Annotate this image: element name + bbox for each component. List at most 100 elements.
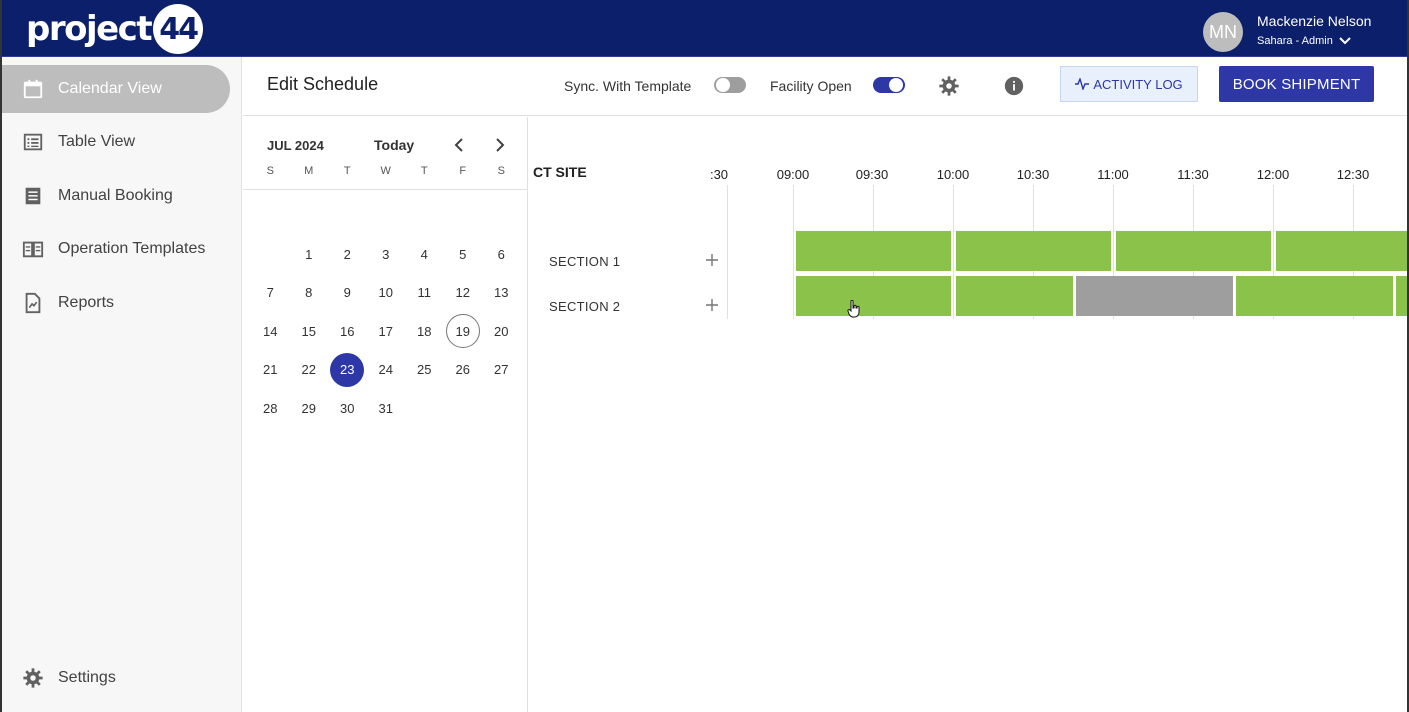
calendar-day[interactable]: 10 xyxy=(367,274,406,313)
calendar-day[interactable]: 6 xyxy=(482,235,521,274)
user-role-menu[interactable]: Sahara - Admin xyxy=(1257,35,1351,47)
calendar-day[interactable]: 7 xyxy=(251,274,290,313)
calendar-day-number: 8 xyxy=(305,285,313,301)
time-grid-line xyxy=(953,185,954,319)
facility-open-toggle[interactable] xyxy=(873,77,905,93)
calendar-day[interactable]: 16 xyxy=(328,312,367,351)
activity-log-button[interactable]: ACTIVITY LOG xyxy=(1060,66,1198,102)
sync-template-label: Sync. With Template xyxy=(564,78,692,94)
calendar-day-number: 15 xyxy=(301,323,316,339)
calendar-day-number: 30 xyxy=(340,400,355,416)
calendar-day[interactable]: 19 xyxy=(444,312,483,351)
add-icon[interactable] xyxy=(705,298,719,312)
calendar-day[interactable]: 13 xyxy=(482,274,521,313)
open-slot[interactable] xyxy=(1396,276,1407,316)
activity-log-label: ACTIVITY LOG xyxy=(1093,76,1183,92)
book-icon xyxy=(22,238,44,260)
calendar-day[interactable]: 28 xyxy=(251,389,290,428)
gear-icon[interactable] xyxy=(937,74,961,98)
calendar-day[interactable]: 27 xyxy=(482,351,521,390)
schedule-header: Edit Schedule Sync. With Template Facili… xyxy=(243,57,1407,116)
calendar-day[interactable]: 3 xyxy=(367,235,406,274)
sidebar-item-label: Reports xyxy=(58,294,115,311)
sidebar-item-operation-templates[interactable]: Operation Templates xyxy=(2,225,230,273)
weekday-label: S xyxy=(266,165,274,177)
toggle-knob xyxy=(716,78,730,92)
open-slot[interactable] xyxy=(956,231,1111,271)
project44-logo[interactable]: project 44 xyxy=(26,4,204,54)
calendar-day[interactable]: 22 xyxy=(290,351,329,390)
top-bar: project 44 MN Mackenzie Nelson Sahara - … xyxy=(2,0,1407,57)
open-slot[interactable] xyxy=(1116,231,1271,271)
calendar-day[interactable]: 4 xyxy=(405,235,444,274)
calendar-day[interactable]: 31 xyxy=(367,389,406,428)
sidebar-item-manual-booking[interactable]: Manual Booking xyxy=(2,172,230,220)
calendar-day[interactable]: 24 xyxy=(367,351,406,390)
weekday-label: F xyxy=(459,165,467,177)
list-icon xyxy=(22,131,44,153)
avatar[interactable]: MN xyxy=(1203,12,1243,52)
sync-template-toggle[interactable] xyxy=(714,77,746,93)
user-name: Mackenzie Nelson xyxy=(1257,13,1372,29)
calendar-day[interactable]: 11 xyxy=(405,274,444,313)
calendar-day[interactable]: 2 xyxy=(328,235,367,274)
add-icon[interactable] xyxy=(705,253,719,267)
time-label: 09:30 xyxy=(855,167,889,182)
today-button[interactable]: Today xyxy=(374,137,414,153)
calendar-month-label: JUL 2024 xyxy=(267,138,324,153)
chevron-left-icon[interactable] xyxy=(449,135,469,155)
sidebar-item-settings[interactable]: Settings xyxy=(2,654,230,702)
calendar-blank-cell xyxy=(251,235,290,274)
calendar-day-number: 7 xyxy=(266,285,274,301)
calendar-day-number: 1 xyxy=(305,246,313,262)
open-slot[interactable] xyxy=(1276,231,1407,271)
calendar-day-number: 18 xyxy=(417,323,432,339)
calendar-day[interactable]: 17 xyxy=(367,312,406,351)
blocked-slot[interactable] xyxy=(1076,276,1233,316)
toggle-knob xyxy=(889,78,903,92)
calendar-day-number: 23 xyxy=(330,352,365,387)
time-label: 10:00 xyxy=(936,167,970,182)
open-slot[interactable] xyxy=(796,231,951,271)
sidebar-item-label: Manual Booking xyxy=(58,187,173,204)
calendar-day-number: 28 xyxy=(263,400,278,416)
calendar-day[interactable]: 30 xyxy=(328,389,367,428)
app-frame: project 44 MN Mackenzie Nelson Sahara - … xyxy=(0,0,1409,712)
open-slot[interactable] xyxy=(796,276,951,316)
calendar-day-number: 5 xyxy=(459,246,467,262)
info-icon[interactable] xyxy=(1002,74,1026,98)
section-label: SECTION 2 xyxy=(549,299,621,314)
calendar-day[interactable]: 29 xyxy=(290,389,329,428)
calendar-day[interactable]: 25 xyxy=(405,351,444,390)
calendar-day-number: 16 xyxy=(340,323,355,339)
sidebar-item-table-view[interactable]: Table View xyxy=(2,118,230,166)
calendar-icon xyxy=(22,78,44,100)
calendar-day[interactable]: 20 xyxy=(482,312,521,351)
calendar-day[interactable]: 26 xyxy=(444,351,483,390)
calendar-day[interactable]: 14 xyxy=(251,312,290,351)
facility-open-label: Facility Open xyxy=(770,78,852,94)
sidebar-item-reports[interactable]: Reports xyxy=(2,279,230,327)
calendar-day[interactable]: 15 xyxy=(290,312,329,351)
document-icon xyxy=(22,185,44,207)
calendar-day[interactable]: 5 xyxy=(444,235,483,274)
sidebar-item-label: Operation Templates xyxy=(58,240,206,257)
calendar-day[interactable]: 12 xyxy=(444,274,483,313)
calendar-day[interactable]: 9 xyxy=(328,274,367,313)
open-slot[interactable] xyxy=(956,276,1073,316)
calendar-day[interactable]: 1 xyxy=(290,235,329,274)
section-label: SECTION 1 xyxy=(549,254,621,269)
site-label: CT SITE xyxy=(533,164,587,180)
calendar-day[interactable]: 8 xyxy=(290,274,329,313)
calendar-day[interactable]: 21 xyxy=(251,351,290,390)
book-shipment-button[interactable]: BOOK SHIPMENT xyxy=(1219,66,1374,102)
chevron-right-icon[interactable] xyxy=(490,135,510,155)
sidebar: Calendar View Table View Manual Booking … xyxy=(2,57,242,712)
calendar-day[interactable]: 18 xyxy=(405,312,444,351)
calendar-day-number: 13 xyxy=(494,285,509,301)
schedule-timeline: CT SITE SECTION 1 SECTION 2 :30 09:00 09:3… xyxy=(529,117,1407,712)
sidebar-item-calendar-view[interactable]: Calendar View xyxy=(2,65,230,113)
calendar-day[interactable]: 23 xyxy=(328,351,367,390)
mini-calendar: JUL 2024 Today S M T W T F S 1 2 3 4 5 6 7 8 9 10… xyxy=(243,117,528,712)
open-slot[interactable] xyxy=(1236,276,1393,316)
